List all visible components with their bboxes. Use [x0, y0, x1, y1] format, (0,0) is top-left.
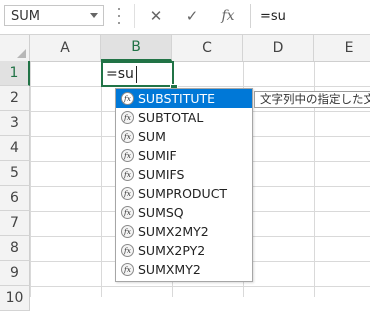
row-header-1[interactable]: 1: [0, 61, 30, 86]
autocomplete-item-sumx2py2[interactable]: fx SUMX2PY2: [116, 241, 252, 260]
column-header-c[interactable]: C: [172, 35, 243, 61]
row-header-2[interactable]: 2: [0, 86, 30, 111]
autocomplete-item-sumx2my2[interactable]: fx SUMX2MY2: [116, 222, 252, 241]
autocomplete-item-label: SUMXMY2: [138, 262, 201, 277]
name-box[interactable]: SUM: [4, 5, 104, 26]
autocomplete-item-label: SUMPRODUCT: [138, 186, 228, 201]
autocomplete-item-subtotal[interactable]: fx SUBTOTAL: [116, 108, 252, 127]
select-all-button[interactable]: [0, 35, 30, 61]
autocomplete-item-label: SUBSTITUTE: [138, 91, 216, 106]
chevron-down-icon[interactable]: [90, 13, 98, 18]
autocomplete-item-sum[interactable]: fx SUM: [116, 127, 252, 146]
column-header-b[interactable]: B: [101, 35, 172, 61]
function-icon: fx: [121, 111, 134, 124]
name-box-value: SUM: [11, 9, 40, 24]
autocomplete-item-label: SUMX2PY2: [138, 243, 206, 258]
function-icon: fx: [121, 130, 134, 143]
row-header-8[interactable]: 8: [0, 236, 30, 261]
select-all-icon: [17, 49, 26, 58]
function-icon: fx: [121, 187, 134, 200]
enter-button[interactable]: ✓: [180, 5, 204, 27]
autocomplete-item-label: SUMIFS: [138, 167, 185, 182]
autocomplete-item-label: SUMSQ: [138, 205, 184, 220]
function-icon: fx: [121, 206, 134, 219]
autocomplete-item-sumsq[interactable]: fx SUMSQ: [116, 203, 252, 222]
autocomplete-item-label: SUMIF: [138, 148, 177, 163]
formula-bar: SUM ✕ ✓ fx =su: [0, 0, 370, 35]
insert-function-button[interactable]: fx: [216, 5, 240, 27]
autocomplete-item-substitute[interactable]: fx SUBSTITUTE: [116, 89, 252, 108]
autocomplete-item-sumifs[interactable]: fx SUMIFS: [116, 165, 252, 184]
function-icon: fx: [121, 244, 134, 257]
autocomplete-item-sumxmy2[interactable]: fx SUMXMY2: [116, 260, 252, 279]
function-description-tooltip: 文字列中の指定した文: [254, 91, 370, 108]
row-header-7[interactable]: 7: [0, 211, 30, 236]
autocomplete-item-sumproduct[interactable]: fx SUMPRODUCT: [116, 184, 252, 203]
function-autocomplete-list: fx SUBSTITUTE fx SUBTOTAL fx SUM fx SUMI…: [115, 88, 253, 282]
column-header-a[interactable]: A: [30, 35, 101, 61]
row-header-9[interactable]: 9: [0, 261, 30, 286]
function-icon: fx: [121, 168, 134, 181]
row-header-5[interactable]: 5: [0, 161, 30, 186]
row-header-6[interactable]: 6: [0, 186, 30, 211]
autocomplete-item-sumif[interactable]: fx SUMIF: [116, 146, 252, 165]
formula-text: =su: [260, 9, 286, 24]
autocomplete-item-label: SUMX2MY2: [138, 224, 209, 239]
active-cell-value: =su: [106, 66, 134, 82]
drag-handle-icon[interactable]: [118, 8, 122, 24]
row-header-10[interactable]: 10: [0, 286, 30, 311]
function-icon: fx: [121, 149, 134, 162]
autocomplete-item-label: SUBTOTAL: [138, 110, 204, 125]
autocomplete-item-label: SUM: [138, 129, 166, 144]
column-header-e[interactable]: E: [314, 35, 370, 61]
cancel-button[interactable]: ✕: [144, 5, 168, 27]
formula-input[interactable]: =su: [250, 4, 370, 28]
row-header-4[interactable]: 4: [0, 136, 30, 161]
row-header-3[interactable]: 3: [0, 111, 30, 136]
text-cursor: [136, 66, 137, 83]
formula-bar-divider: [134, 4, 135, 28]
function-icon: fx: [121, 225, 134, 238]
column-header-d[interactable]: D: [243, 35, 314, 61]
function-icon: fx: [121, 263, 134, 276]
active-cell-b1[interactable]: =su: [101, 61, 174, 87]
function-icon: fx: [121, 92, 134, 105]
